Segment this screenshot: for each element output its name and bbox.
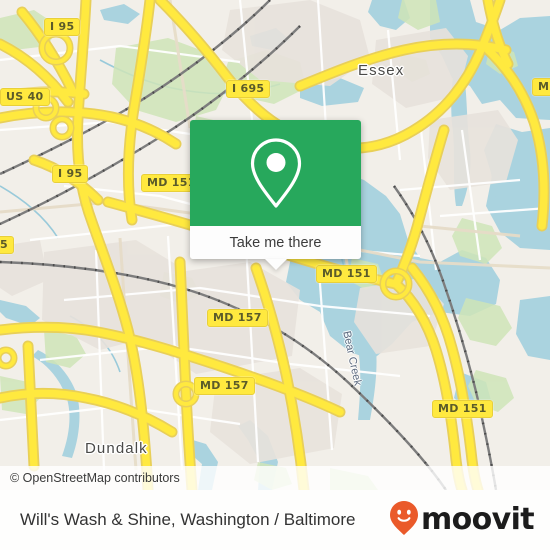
popup-tail [264,259,287,270]
take-me-there-label: Take me there [229,234,322,251]
map-attribution: © OpenStreetMap contributors [0,466,550,490]
road-shield-md151-south[interactable]: MD 151 [432,400,493,418]
road-shield-i95-north[interactable]: I 95 [44,18,81,36]
popup-pin-panel [190,120,361,226]
road-shield-md157-south[interactable]: MD 157 [194,377,255,395]
map-canvas[interactable]: Essex Dundalk Bear Creek I 95 US 40 I 69… [0,0,550,490]
place-label-dundalk: Dundalk [85,440,148,457]
moovit-smiley-pin-icon [389,500,419,541]
road-shield-us40[interactable]: US 40 [0,88,50,106]
moovit-wordmark: moovit [420,502,535,537]
road-shield-md151-mid[interactable]: MD 151 [316,265,377,283]
road-shield-left-edge[interactable]: 5 [0,236,14,254]
footer-bar: Will's Wash & Shine, Washington / Baltim… [0,490,550,550]
road-shield-i695[interactable]: I 695 [226,80,271,98]
road-shield-md157-north[interactable]: MD 157 [207,309,268,327]
map-pin-icon [247,136,305,210]
road-shield-i95-south[interactable]: I 95 [52,165,89,183]
attribution-text[interactable]: © OpenStreetMap contributors [0,471,180,485]
destination-popup-card[interactable]: Take me there [190,120,361,270]
take-me-there-button[interactable]: Take me there [190,226,361,270]
road-shield-md-edge[interactable]: MD [532,78,550,96]
place-label-essex: Essex [358,62,405,79]
map-screen: Essex Dundalk Bear Creek I 95 US 40 I 69… [0,0,550,550]
moovit-brand[interactable]: moovit [389,500,550,541]
location-title: Will's Wash & Shine, Washington / Baltim… [20,510,356,529]
